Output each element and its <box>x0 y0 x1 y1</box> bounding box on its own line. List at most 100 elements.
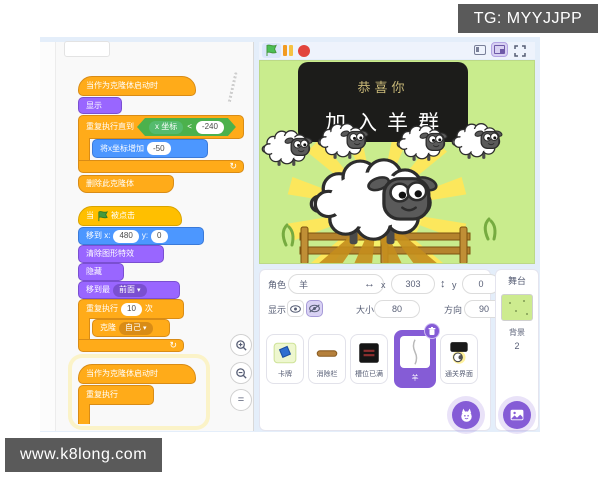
x-input[interactable]: 303 <box>391 274 435 294</box>
block-when-start-as-clone-2[interactable]: 当作为克隆体启动时 <box>78 364 196 384</box>
zoom-in-icon <box>235 339 247 351</box>
tg-badge: TG: MYYJJPP <box>458 4 598 33</box>
block-label: 移到 x: <box>86 231 111 240</box>
goto-x-input[interactable]: 480 <box>113 229 139 243</box>
backdrop-thumbnail[interactable] <box>501 294 533 321</box>
trash-icon <box>428 326 436 335</box>
loop-arrow-icon <box>229 161 237 172</box>
block-label: 被点击 <box>111 211 135 220</box>
repeat-spine <box>78 318 90 339</box>
hide-button[interactable] <box>306 300 323 317</box>
backdrop-specks <box>509 300 528 315</box>
show-button[interactable] <box>287 300 304 317</box>
repeat-until-spine <box>78 138 90 160</box>
block-label: 重复执行 <box>86 390 118 399</box>
block-label: 清除图形特效 <box>86 249 134 258</box>
pause-bar <box>289 45 293 56</box>
block-label: 次 <box>144 304 153 313</box>
backdrops-label: 背景 <box>509 328 525 337</box>
level-clear-thumbnail <box>450 342 468 364</box>
scratch-app: 当作为克隆体启动时 显示 重复执行直到 x 坐标 < -240 将x坐标增加 -… <box>0 0 600 480</box>
fullscreen-button[interactable] <box>514 44 526 57</box>
size-input[interactable]: 80 <box>374 300 420 318</box>
block-label: y: <box>141 231 149 240</box>
sprite-tile-level-clear[interactable]: 通关界面 <box>440 334 478 384</box>
green-flag-button[interactable] <box>262 43 281 58</box>
block-label: 显示 <box>86 100 102 110</box>
stop-button[interactable] <box>298 45 310 57</box>
x-position-reporter[interactable]: x 坐标 <box>149 121 183 134</box>
chevron-down-icon <box>137 286 141 294</box>
clone-target-dropdown[interactable]: 自己 <box>119 321 153 335</box>
block-goto-xy[interactable]: 移到 x: 480 y: 0 <box>78 227 204 245</box>
change-x-value-input[interactable]: -50 <box>147 142 171 155</box>
less-than-condition[interactable]: x 坐标 < -240 <box>137 118 236 136</box>
add-backdrop-button[interactable] <box>503 401 531 429</box>
block-clear-effects[interactable]: 清除图形特效 <box>78 245 164 263</box>
layer-dropdown[interactable]: 前面 <box>113 283 147 297</box>
large-stage-button[interactable] <box>491 42 508 57</box>
small-stage-button[interactable] <box>474 45 486 55</box>
block-label: 当作为克隆体启动时 <box>86 369 158 378</box>
show-label: 显示 <box>268 305 287 315</box>
equals-icon: = <box>237 394 245 406</box>
watermark-badge: www.k8long.com <box>5 438 162 472</box>
sprite-tile-label: 羊 <box>411 375 419 382</box>
sprite-tile-slot-full[interactable]: 槽位已满 <box>350 334 388 384</box>
block-label: 当作为克隆体启动时 <box>86 81 158 90</box>
small-sheep-2 <box>317 123 370 160</box>
pause-bar <box>283 45 287 56</box>
loop-arrow-icon <box>169 340 177 351</box>
block-clone-myself[interactable]: 克隆 自己 <box>92 319 170 337</box>
block-when-start-as-clone-1[interactable]: 当作为克隆体启动时 <box>78 76 196 96</box>
height-arrows-icon: ↕ <box>440 278 446 290</box>
sheep-thumbnail <box>400 336 430 368</box>
block-when-flag-clicked[interactable]: 当 被点击 <box>78 206 182 226</box>
banner-line1: 恭喜你 <box>357 80 409 95</box>
block-delete-clone[interactable]: 删除此克隆体 <box>78 175 174 193</box>
block-label: 移到最 <box>86 285 110 294</box>
zoom-in-button[interactable] <box>230 334 252 356</box>
block-label: 重复执行 <box>86 304 118 313</box>
block-go-to-front[interactable]: 移到最 前面 <box>78 281 180 299</box>
block-label: 重复执行直到 <box>86 122 134 131</box>
repeat-until-bottom <box>78 160 244 173</box>
eye-slash-icon <box>309 304 320 313</box>
repeat-times-input[interactable]: 10 <box>121 302 142 316</box>
sprite-tile-label: 消除栏 <box>316 371 338 378</box>
green-flag-icon <box>266 44 277 56</box>
block-change-x[interactable]: 将x坐标增加 -50 <box>92 139 208 158</box>
block-label: 隐藏 <box>86 267 102 276</box>
stage-panel-title: 舞台 <box>507 276 526 286</box>
small-stage-icon <box>476 47 479 52</box>
zoom-out-button[interactable] <box>230 362 252 384</box>
repeat-bottom <box>78 339 184 352</box>
sprite-tile-eliminate-bar[interactable]: 消除栏 <box>308 334 346 384</box>
bar-thumbnail <box>316 350 338 357</box>
zoom-reset-button[interactable]: = <box>230 389 252 411</box>
goto-y-input[interactable]: 0 <box>151 229 168 243</box>
backdrops-count: 2 <box>514 341 520 351</box>
block-label: 删除此克隆体 <box>86 179 134 188</box>
block-forever[interactable]: 重复执行 <box>78 385 154 405</box>
block-show[interactable]: 显示 <box>78 97 122 114</box>
eye-icon <box>290 304 301 313</box>
block-repeat-10[interactable]: 重复执行 10 次 <box>78 299 184 319</box>
sprite-tile-label: 槽位已满 <box>355 371 383 378</box>
slot-full-thumbnail <box>359 343 379 363</box>
condition-value-input[interactable]: -240 <box>196 121 224 134</box>
direction-label: 方向 <box>444 305 463 315</box>
fullscreen-icon <box>514 45 526 57</box>
sprite-tile-card[interactable]: 卡牌 <box>266 334 304 384</box>
block-hide[interactable]: 隐藏 <box>78 263 124 281</box>
large-stage-icon-fill <box>500 49 504 53</box>
operator-label: < <box>187 122 192 131</box>
block-label: 克隆 <box>100 323 116 332</box>
delete-sprite-button[interactable] <box>424 323 440 339</box>
partial-overlay-box <box>64 41 110 57</box>
add-sprite-button[interactable] <box>452 401 480 429</box>
block-repeat-until[interactable]: 重复执行直到 x 坐标 < -240 <box>78 115 244 139</box>
sprite-name-label: 角色 <box>268 280 287 290</box>
backdrop-image-icon <box>510 409 524 421</box>
pause-button[interactable] <box>283 45 295 56</box>
